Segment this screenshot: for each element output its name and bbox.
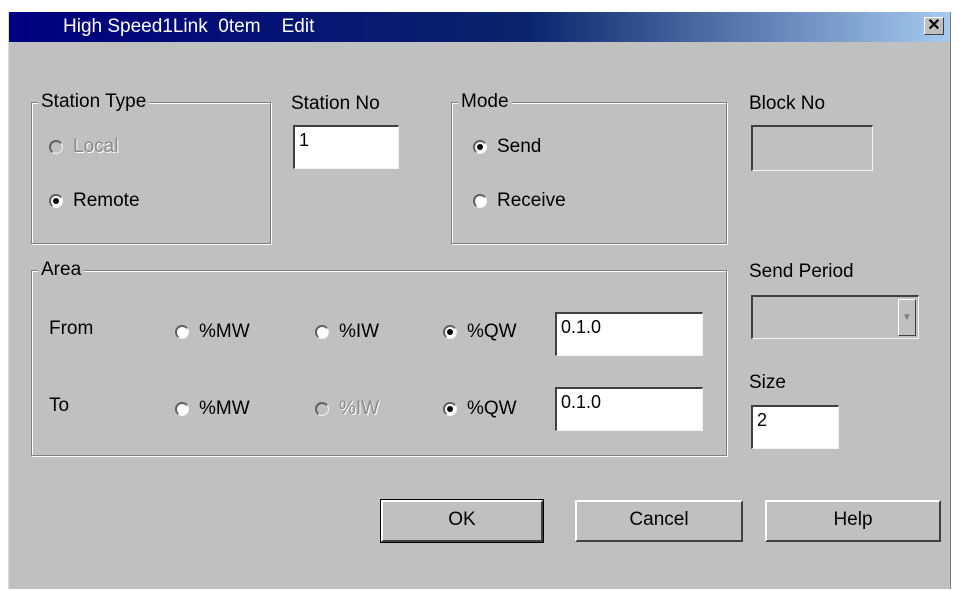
chevron-down-icon[interactable]: ▼ [898, 299, 916, 336]
radio-dot-icon [175, 325, 189, 339]
to-mw-label: %MW [199, 398, 250, 419]
radio-dot-icon [315, 402, 329, 416]
close-button[interactable]: ✕ [924, 17, 944, 35]
block-no-input[interactable] [751, 125, 873, 171]
from-iw-radio[interactable]: %IW [315, 321, 379, 343]
station-no-input[interactable]: 1 [293, 125, 399, 169]
window-title: High Speed1Link 0tem Edit [63, 16, 315, 37]
mode-receive-label: Receive [497, 190, 566, 211]
cancel-button[interactable]: Cancel [575, 500, 743, 542]
from-iw-label: %IW [339, 321, 380, 342]
area-from-label: From [49, 318, 94, 339]
mode-send-radio[interactable]: Send [473, 136, 541, 158]
send-period-label: Send Period [749, 261, 854, 282]
radio-dot-icon [49, 194, 63, 208]
close-icon: ✕ [927, 17, 941, 34]
radio-dot-icon [443, 325, 457, 339]
mode-group: Mode [451, 91, 727, 244]
from-mw-radio[interactable]: %MW [175, 321, 250, 343]
to-qw-label: %QW [467, 398, 517, 419]
station-type-remote-radio[interactable]: Remote [49, 190, 140, 212]
radio-dot-icon [315, 325, 329, 339]
from-mw-label: %MW [199, 321, 250, 342]
size-input[interactable]: 2 [751, 405, 839, 449]
to-qw-radio[interactable]: %QW [443, 398, 517, 420]
area-legend: Area [38, 259, 85, 281]
station-no-label: Station No [291, 93, 380, 114]
radio-dot-icon [443, 402, 457, 416]
block-no-label: Block No [749, 93, 826, 114]
mode-legend: Mode [458, 91, 512, 113]
ok-button[interactable]: OK [380, 499, 544, 543]
radio-dot-icon [49, 140, 63, 154]
radio-dot-icon [175, 402, 189, 416]
station-type-local-label: Local [73, 136, 119, 157]
link-edit-dialog: High Speed1Link 0tem Edit ✕ Station Type… [8, 12, 951, 589]
to-iw-label: %IW [339, 398, 380, 419]
station-type-local-radio[interactable]: Local [49, 136, 118, 158]
from-qw-label: %QW [467, 321, 517, 342]
station-type-remote-label: Remote [73, 190, 140, 211]
radio-dot-icon [473, 140, 487, 154]
mode-send-label: Send [497, 136, 542, 157]
to-iw-radio[interactable]: %IW [315, 398, 379, 420]
area-to-label: To [49, 395, 70, 416]
title-bar[interactable]: High Speed1Link 0tem Edit ✕ [9, 12, 950, 42]
station-type-legend: Station Type [38, 91, 150, 113]
station-type-group: Station Type [31, 91, 271, 244]
to-mw-radio[interactable]: %MW [175, 398, 250, 420]
from-address-input[interactable]: 0.1.0 [555, 312, 703, 356]
size-label: Size [749, 372, 786, 393]
help-button[interactable]: Help [765, 500, 941, 542]
from-qw-radio[interactable]: %QW [443, 321, 517, 343]
mode-receive-radio[interactable]: Receive [473, 190, 566, 212]
to-address-input[interactable]: 0.1.0 [555, 387, 703, 431]
radio-dot-icon [473, 194, 487, 208]
send-period-combo[interactable]: ▼ [751, 295, 919, 339]
